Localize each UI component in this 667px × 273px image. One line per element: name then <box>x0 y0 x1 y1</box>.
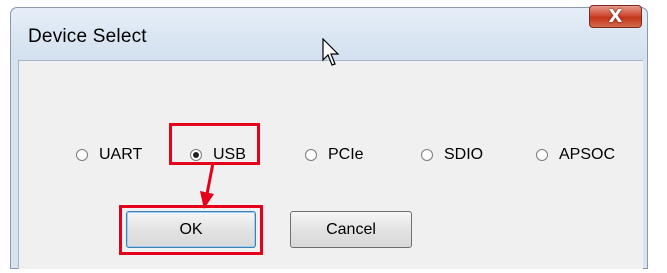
radio-uart[interactable]: UART <box>76 146 142 164</box>
arrow-shaft <box>205 162 215 195</box>
cursor-shape <box>322 38 340 66</box>
radio-label: PCIe <box>328 146 364 163</box>
arrow-head <box>200 191 214 209</box>
radio-circle[interactable] <box>76 149 88 161</box>
radio-label: SDIO <box>444 146 484 163</box>
radio-circle[interactable] <box>305 149 317 161</box>
radio-circle[interactable] <box>421 149 433 161</box>
cancel-button[interactable]: Cancel <box>290 211 412 248</box>
close-icon: X <box>608 6 623 27</box>
radio-label: APSOC <box>559 146 616 163</box>
usb-highlight-box <box>169 123 260 165</box>
ok-highlight-box <box>119 205 263 255</box>
window-title: Device Select <box>28 26 147 47</box>
mouse-cursor-icon <box>322 38 340 66</box>
annotation-arrow-icon <box>200 162 215 209</box>
close-button[interactable]: X <box>589 5 642 28</box>
radio-sdio[interactable]: SDIO <box>421 146 483 164</box>
radio-apsoc[interactable]: APSOC <box>536 146 615 164</box>
radio-label: UART <box>99 146 143 163</box>
radio-circle[interactable] <box>536 149 548 161</box>
radio-pcie[interactable]: PCIe <box>305 146 364 164</box>
